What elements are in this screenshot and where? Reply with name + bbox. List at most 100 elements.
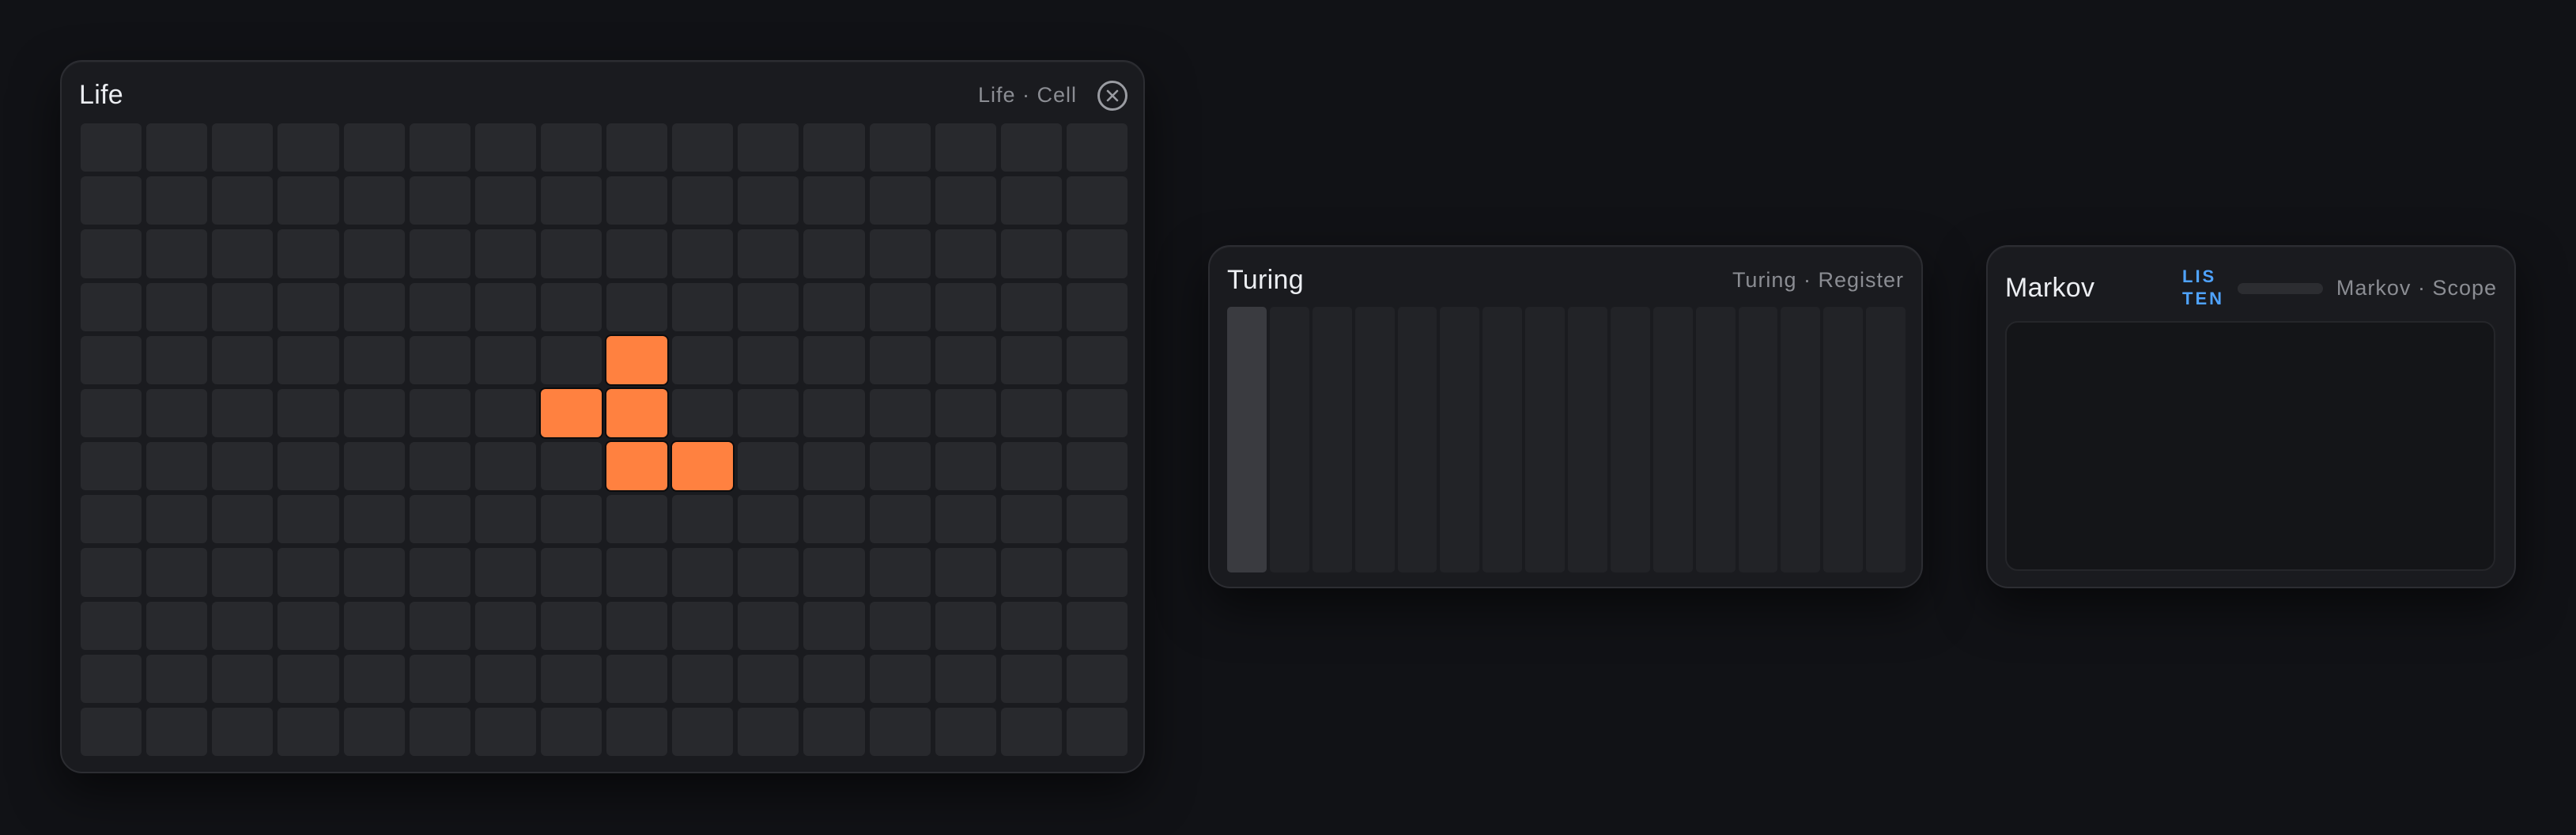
register-bit[interactable] xyxy=(1312,307,1352,572)
close-button[interactable] xyxy=(1097,81,1127,111)
life-cell[interactable] xyxy=(672,176,734,225)
life-cell[interactable] xyxy=(212,176,274,225)
life-cell[interactable] xyxy=(803,601,865,650)
life-cell[interactable] xyxy=(869,229,931,278)
life-cell[interactable] xyxy=(146,548,208,597)
register-bit[interactable] xyxy=(1866,307,1906,572)
life-cell[interactable] xyxy=(212,495,274,544)
life-cell[interactable] xyxy=(935,707,996,756)
life-cell[interactable] xyxy=(606,601,668,650)
life-cell[interactable] xyxy=(343,654,405,703)
register-bit[interactable] xyxy=(1397,307,1437,572)
life-cell[interactable] xyxy=(540,282,602,331)
register-bit[interactable] xyxy=(1610,307,1650,572)
life-cell[interactable] xyxy=(738,335,799,384)
life-cell[interactable] xyxy=(474,388,536,437)
life-cell[interactable] xyxy=(343,282,405,331)
life-cell[interactable] xyxy=(540,176,602,225)
life-cell[interactable] xyxy=(1000,495,1062,544)
life-cell[interactable] xyxy=(1000,442,1062,491)
life-cell[interactable] xyxy=(803,495,865,544)
life-cell[interactable] xyxy=(212,548,274,597)
life-cell[interactable] xyxy=(672,601,734,650)
life-cell[interactable] xyxy=(1066,282,1127,331)
life-cell[interactable] xyxy=(738,282,799,331)
life-cell[interactable] xyxy=(935,442,996,491)
life-cell-alive[interactable] xyxy=(606,335,668,384)
life-cell[interactable] xyxy=(672,282,734,331)
life-cell[interactable] xyxy=(1000,654,1062,703)
life-cell[interactable] xyxy=(81,495,142,544)
life-cell[interactable] xyxy=(474,495,536,544)
life-cell[interactable] xyxy=(606,548,668,597)
life-cell[interactable] xyxy=(278,123,339,172)
life-cell[interactable] xyxy=(869,388,931,437)
life-cell[interactable] xyxy=(803,442,865,491)
life-cell[interactable] xyxy=(212,654,274,703)
life-cell[interactable] xyxy=(606,176,668,225)
life-cell[interactable] xyxy=(1066,442,1127,491)
life-cell[interactable] xyxy=(146,707,208,756)
life-cell[interactable] xyxy=(803,654,865,703)
life-cell[interactable] xyxy=(1066,495,1127,544)
life-cell[interactable] xyxy=(1000,282,1062,331)
life-cell[interactable] xyxy=(146,176,208,225)
life-cell[interactable] xyxy=(540,548,602,597)
life-cell[interactable] xyxy=(278,442,339,491)
life-cell[interactable] xyxy=(935,335,996,384)
life-cell[interactable] xyxy=(81,548,142,597)
life-cell[interactable] xyxy=(869,123,931,172)
life-cell[interactable] xyxy=(409,176,470,225)
life-cell[interactable] xyxy=(1066,176,1127,225)
life-cell[interactable] xyxy=(278,335,339,384)
life-cell[interactable] xyxy=(278,176,339,225)
life-cell[interactable] xyxy=(738,176,799,225)
life-cell[interactable] xyxy=(146,388,208,437)
life-cell[interactable] xyxy=(81,176,142,225)
life-cell[interactable] xyxy=(1066,601,1127,650)
life-cell[interactable] xyxy=(935,229,996,278)
life-cell[interactable] xyxy=(738,707,799,756)
life-cell[interactable] xyxy=(869,176,931,225)
life-cell[interactable] xyxy=(803,123,865,172)
life-cell[interactable] xyxy=(343,335,405,384)
life-cell[interactable] xyxy=(1000,335,1062,384)
life-cell[interactable] xyxy=(343,601,405,650)
life-cell[interactable] xyxy=(935,654,996,703)
life-cell[interactable] xyxy=(212,601,274,650)
life-cell[interactable] xyxy=(81,229,142,278)
life-cell[interactable] xyxy=(738,495,799,544)
listen-button[interactable]: LIS TEN xyxy=(2182,266,2230,310)
life-cell[interactable] xyxy=(474,707,536,756)
life-cell[interactable] xyxy=(1000,123,1062,172)
life-cell[interactable] xyxy=(474,176,536,225)
life-cell[interactable] xyxy=(1000,176,1062,225)
life-cell[interactable] xyxy=(1066,335,1127,384)
life-cell[interactable] xyxy=(146,495,208,544)
life-cell[interactable] xyxy=(869,601,931,650)
life-cell[interactable] xyxy=(409,123,470,172)
life-cell[interactable] xyxy=(409,654,470,703)
life-cell[interactable] xyxy=(869,495,931,544)
life-cell[interactable] xyxy=(343,707,405,756)
life-cell[interactable] xyxy=(803,335,865,384)
life-cell[interactable] xyxy=(803,282,865,331)
life-cell[interactable] xyxy=(409,707,470,756)
life-cell[interactable] xyxy=(212,707,274,756)
life-cell[interactable] xyxy=(343,176,405,225)
life-cell[interactable] xyxy=(1000,229,1062,278)
life-cell[interactable] xyxy=(343,123,405,172)
life-cell[interactable] xyxy=(278,654,339,703)
register-bit[interactable] xyxy=(1695,307,1736,572)
life-cell[interactable] xyxy=(935,282,996,331)
life-cell[interactable] xyxy=(343,388,405,437)
life-cell[interactable] xyxy=(1066,388,1127,437)
life-cell[interactable] xyxy=(935,123,996,172)
life-cell[interactable] xyxy=(738,229,799,278)
life-cell[interactable] xyxy=(278,601,339,650)
life-cell[interactable] xyxy=(935,176,996,225)
life-cell[interactable] xyxy=(343,442,405,491)
life-cell[interactable] xyxy=(738,388,799,437)
life-cell[interactable] xyxy=(738,123,799,172)
life-cell[interactable] xyxy=(869,707,931,756)
